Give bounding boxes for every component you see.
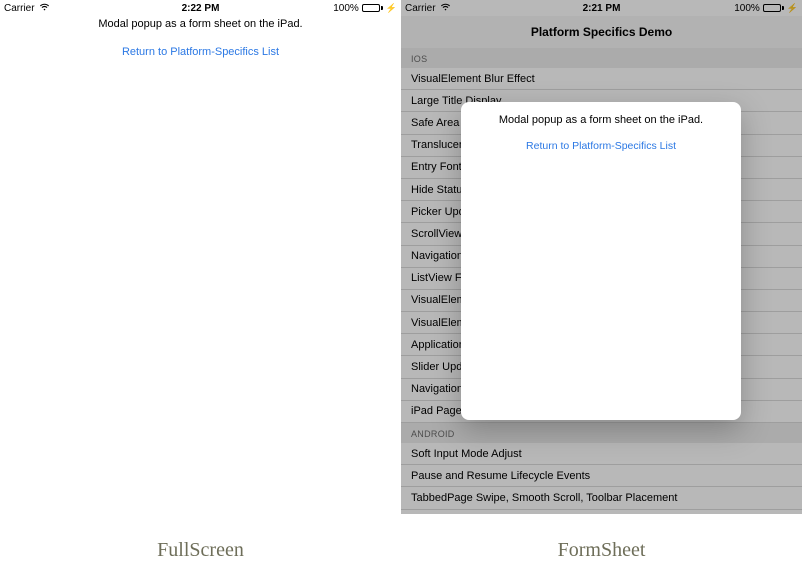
return-link[interactable]: Return to Platform-Specifics List [122, 46, 279, 58]
formsheet-pane: Carrier 2:21 PM 100% ⚡ Platform Specific… [401, 0, 802, 568]
modal-form-sheet: Modal popup as a form sheet on the iPad.… [461, 102, 741, 420]
battery-icon [362, 4, 383, 12]
caption-formsheet: FormSheet [401, 539, 802, 562]
wifi-icon [39, 3, 50, 14]
carrier-label: Carrier [4, 3, 35, 14]
battery-percent: 100% [333, 3, 359, 14]
charging-icon: ⚡ [386, 3, 397, 14]
caption-row: FullScreen FormSheet [0, 539, 802, 562]
status-time: 2:22 PM [182, 3, 220, 14]
return-link[interactable]: Return to Platform-Specifics List [526, 140, 676, 152]
modal-description: Modal popup as a form sheet on the iPad. [461, 114, 741, 126]
fullscreen-pane: Carrier 2:22 PM 100% ⚡ Modal popup as a … [0, 0, 401, 568]
modal-description: Modal popup as a form sheet on the iPad. [0, 18, 401, 30]
status-bar: Carrier 2:22 PM 100% ⚡ [0, 0, 401, 16]
caption-fullscreen: FullScreen [0, 539, 401, 562]
